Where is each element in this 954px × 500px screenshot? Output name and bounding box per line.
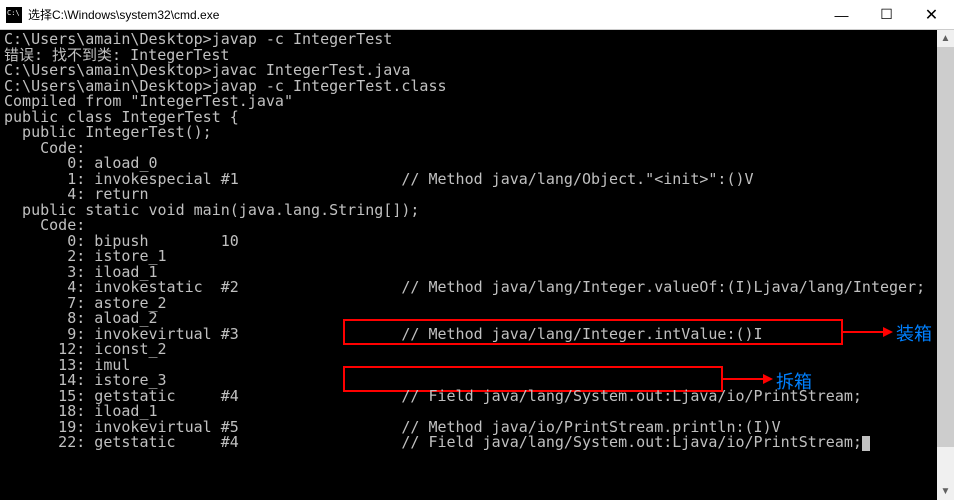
maximize-button[interactable]: ☐ [864,0,909,30]
terminal-text: 22: getstatic #4 // Field java/lang/Syst… [4,433,862,451]
cmd-icon [6,7,22,23]
terminal-line: public static void main(java.lang.String… [4,203,950,219]
window-title: 选择C:\Windows\system32\cmd.exe [28,6,219,23]
titlebar-left: 选择C:\Windows\system32\cmd.exe [0,6,219,23]
annotation-unboxing: 拆箱 [776,368,812,394]
close-button[interactable]: ✕ [909,0,954,30]
annotation-boxing: 装箱 [896,320,932,346]
minimize-button[interactable]: — [819,0,864,30]
window-titlebar: 选择C:\Windows\system32\cmd.exe — ☐ ✕ [0,0,954,30]
terminal-area[interactable]: C:\Users\amain\Desktop>javap -c IntegerT… [0,30,954,500]
arrow-icon [723,371,773,387]
titlebar-buttons: — ☐ ✕ [819,0,954,30]
arrow-icon [843,324,893,340]
terminal-line: 22: getstatic #4 // Field java/lang/Syst… [4,435,950,451]
terminal-line: 12: iconst_2 [4,342,950,358]
cursor-icon [862,436,870,451]
terminal-line: public IntegerTest(); [4,125,950,141]
scrollbar-down-icon[interactable]: ▼ [937,483,954,500]
